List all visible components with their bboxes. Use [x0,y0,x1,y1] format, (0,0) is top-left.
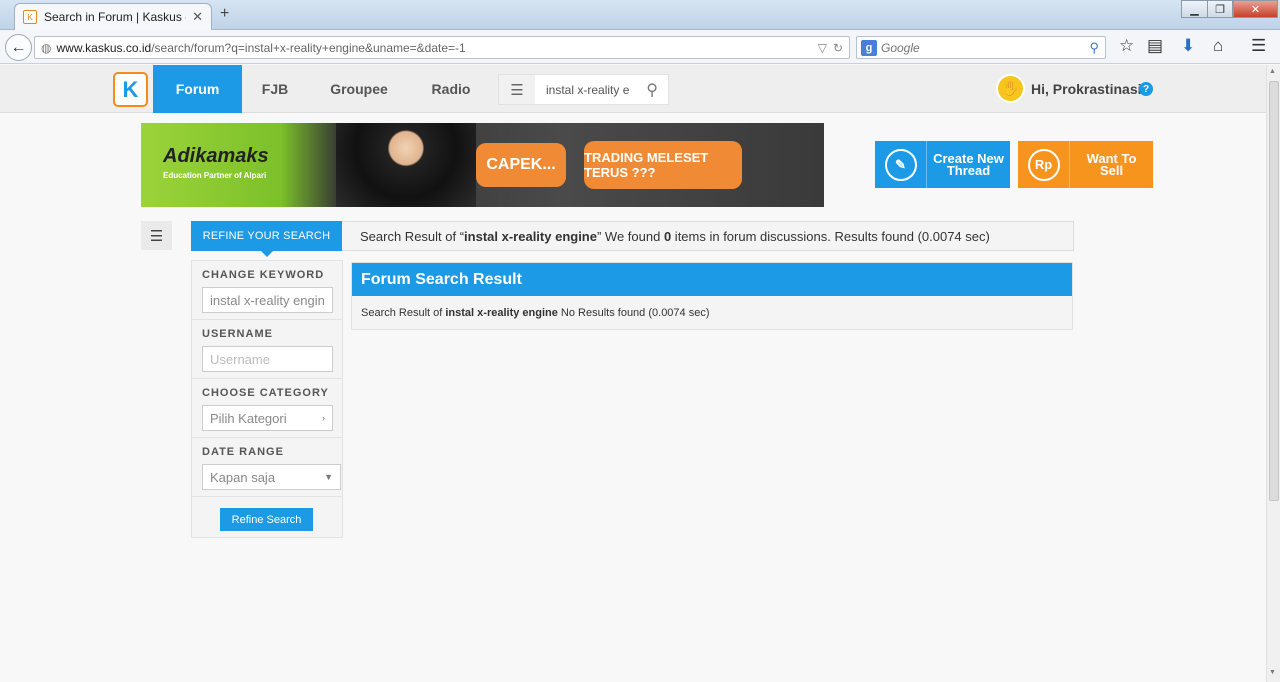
browser-nav-bar: ← ◍ www.kaskus.co.id/search/forum?q=inst… [0,30,1280,64]
ad-banner[interactable]: Adikamaks Education Partner of Alpari CA… [141,123,824,207]
minimize-button[interactable]: ▁ [1181,0,1208,18]
site-info-icon[interactable]: ◍ [41,41,51,55]
tab-title: Search in Forum | Kaskus - ... [44,10,186,24]
google-icon[interactable]: g [861,39,877,56]
url-bar[interactable]: ◍ www.kaskus.co.id/search/forum?q=instal… [34,36,850,59]
keyword-input[interactable] [202,287,333,313]
category-select[interactable]: Pilih Kategori › [202,405,333,431]
banner-person-image [336,123,476,207]
reload-icon[interactable]: ↻ [833,41,843,55]
site-header: K Forum FJB Groupee Radio ☰ ⚲ ✋ Hi, Prok… [0,65,1266,113]
create-thread-label: Create New Thread [933,150,1004,178]
create-new-thread-button[interactable]: ✎ Create New Thread [875,141,1010,188]
category-label: CHOOSE CATEGORY [202,387,329,399]
chevron-down-icon: ▼ [324,472,333,482]
date-label: DATE RANGE [202,446,284,458]
banner-brand: Adikamaks [163,145,269,167]
want-to-sell-label: Want To Sell [1086,150,1137,178]
keyword-label: CHANGE KEYWORD [202,269,325,281]
want-to-sell-button[interactable]: Rp Want To Sell [1018,141,1153,188]
forum-search-result: Forum Search Result Search Result of ins… [351,262,1073,330]
scrollbar-thumb[interactable] [1269,81,1279,501]
result-count: 0 [663,228,672,244]
result-summary: Search Result of “instal x-reality engin… [342,221,1074,251]
username-input[interactable] [202,346,333,372]
user-greeting[interactable]: Hi, Prokrastinasi [1031,81,1142,97]
site-search: ☰ ⚲ [498,74,669,105]
refine-search-tab[interactable]: REFINE YOUR SEARCH [191,221,342,257]
page-scrollbar[interactable]: ▲ ▼ [1266,65,1280,682]
rupiah-icon: Rp [1027,148,1060,181]
forum-result-prefix: Search Result of [361,307,446,319]
banner-bubble-2: TRADING MELESET TERUS ??? [584,141,742,189]
url-path: /search/forum?q=instal+x-reality+engine&… [151,40,466,55]
back-button[interactable]: ← [5,34,32,61]
scroll-down-icon[interactable]: ▼ [1269,669,1276,676]
category-value: Pilih Kategori [210,410,287,426]
result-summary-query: instal x-reality engine [464,228,597,244]
forum-result-title: Forum Search Result [352,263,1072,296]
downloads-icon[interactable]: ⬇ [1181,36,1195,56]
browser-search-icon[interactable]: ⚲ [1089,40,1099,56]
back-arrow-icon: ← [10,38,27,56]
username-section: USERNAME [192,320,342,379]
reading-list-icon[interactable]: ▤ [1147,36,1163,56]
menu-icon[interactable]: ☰ [1251,36,1266,56]
nav-forum[interactable]: Forum [153,65,242,113]
forum-result-suffix: No Results found (0.0074 sec) [557,307,710,319]
bookmark-star-icon[interactable]: ☆ [1119,36,1134,56]
url-text[interactable]: www.kaskus.co.id/search/forum?q=instal+x… [56,41,817,55]
result-summary-suffix: items in forum discussions. Results foun… [671,228,990,244]
banner-bubble-1: CAPEK... [476,143,566,187]
kaskus-favicon-icon: K [23,10,37,24]
maximize-button[interactable]: ❐ [1207,0,1233,18]
list-icon: ☰ [149,227,164,245]
keyword-section: CHANGE KEYWORD [192,261,342,320]
site-search-input[interactable] [546,82,638,97]
refine-sidebar: CHANGE KEYWORD USERNAME CHOOSE CATEGORY … [191,260,343,538]
date-value: Kapan saja [210,469,276,485]
url-host: www.kaskus.co.id [56,40,152,55]
browser-search-bar[interactable]: g ⚲ [856,36,1106,59]
list-menu-icon[interactable]: ☰ [499,75,535,104]
result-summary-mid: ” We found [596,228,664,244]
result-summary-prefix: Search Result of “ [360,228,465,244]
nav-radio[interactable]: Radio [420,65,482,113]
kaskus-logo[interactable]: K [113,72,148,107]
forum-result-body: Search Result of instal x-reality engine… [352,296,1072,330]
help-icon[interactable]: ? [1139,82,1153,96]
tab-close-icon[interactable]: ✕ [192,9,203,25]
browser-tab[interactable]: K Search in Forum | Kaskus - ... ✕ [14,3,212,30]
browser-tab-bar: K Search in Forum | Kaskus - ... ✕ + ▁ ❐… [0,0,1280,30]
new-tab-button[interactable]: + [220,5,229,23]
chevron-right-icon: › [322,413,325,423]
browser-search-input[interactable] [881,40,1090,55]
username-label: USERNAME [202,328,273,340]
scroll-up-icon[interactable]: ▲ [1269,68,1276,75]
nav-groupee[interactable]: Groupee [320,65,398,113]
category-section: CHOOSE CATEGORY Pilih Kategori › [192,379,342,438]
date-range-select[interactable]: Kapan saja ▼ [202,464,341,490]
url-dropdown-icon[interactable]: ▽ [818,41,827,55]
site-search-icon[interactable]: ⚲ [646,80,658,100]
banner-tagline: Education Partner of Alpari [163,171,267,180]
nav-fjb[interactable]: FJB [250,65,300,113]
refine-search-button[interactable]: Refine Search [220,508,313,531]
close-window-button[interactable]: ✕ [1233,0,1278,18]
home-icon[interactable]: ⌂ [1213,36,1223,56]
avatar[interactable]: ✋ [996,74,1025,103]
date-section: DATE RANGE Kapan saja ▼ [192,438,342,497]
pencil-icon: ✎ [884,148,917,181]
forum-result-query: instal x-reality engine [445,307,558,319]
sidebar-toggle-button[interactable]: ☰ [141,221,172,250]
